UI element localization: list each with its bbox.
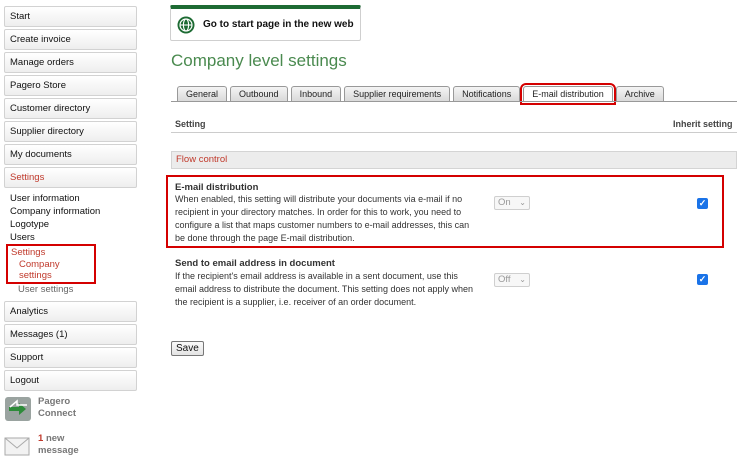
sidebar: Start Create invoice Manage orders Pager…	[4, 6, 137, 393]
pagero-connect-label: Pagero Connect	[38, 396, 76, 419]
globe-icon	[177, 16, 195, 33]
nav-analytics[interactable]: Analytics	[4, 301, 137, 322]
nav-settings[interactable]: Settings	[4, 167, 137, 188]
subnav-logotype[interactable]: Logotype	[10, 218, 137, 231]
nav-customer-directory[interactable]: Customer directory	[4, 98, 137, 119]
tab-general[interactable]: General	[177, 86, 228, 102]
subnav-user-information[interactable]: User information	[10, 192, 137, 205]
nav-start[interactable]: Start	[4, 6, 137, 27]
tab-notifications[interactable]: Notifications	[453, 86, 521, 102]
setting-title: E-mail distribution	[175, 182, 259, 193]
inherit-checkbox-send-to-email[interactable]: ✓	[697, 274, 708, 285]
nav-my-documents[interactable]: My documents	[4, 144, 137, 165]
column-header-setting: Setting	[175, 119, 206, 129]
section-flow-control: Flow control	[171, 151, 737, 169]
envelope-icon	[4, 437, 30, 456]
setting-description: When enabled, this setting will distribu…	[175, 194, 470, 243]
pagero-connect-link[interactable]: Pagero Connect	[4, 396, 137, 424]
new-message-link[interactable]: 1 new message	[4, 433, 137, 463]
setting-title: Send to email address in document	[175, 258, 335, 269]
settings-subnav: User information Company information Log…	[4, 190, 137, 301]
tab-archive[interactable]: Archive	[615, 86, 664, 102]
nav-support[interactable]: Support	[4, 347, 137, 368]
send-to-email-select[interactable]: Off ⌄	[494, 273, 530, 287]
setting-row-send-to-email: Send to email address in document If the…	[171, 258, 737, 310]
tab-outbound[interactable]: Outbound	[230, 86, 288, 102]
nav-supplier-directory[interactable]: Supplier directory	[4, 121, 137, 142]
settings-tabs: General Outbound Inbound Supplier requir…	[177, 83, 667, 105]
start-page-new-web-button[interactable]: Go to start page in the new web	[170, 5, 361, 41]
save-button[interactable]: Save	[171, 341, 204, 356]
subnav-users[interactable]: Users	[10, 231, 137, 244]
tab-supplier-requirements[interactable]: Supplier requirements	[344, 86, 451, 102]
subnav-settings-group: Settings Company settings	[6, 244, 96, 284]
subnav-settings[interactable]: Settings	[11, 246, 94, 259]
column-header-inherit: Inherit setting	[673, 119, 733, 129]
setting-row-email-distribution: E-mail distribution When enabled, this s…	[166, 175, 724, 248]
nav-messages[interactable]: Messages (1)	[4, 324, 137, 345]
tab-divider	[171, 101, 737, 102]
nav-create-invoice[interactable]: Create invoice	[4, 29, 137, 50]
subnav-company-information[interactable]: Company information	[10, 205, 137, 218]
nav-manage-orders[interactable]: Manage orders	[4, 52, 137, 73]
tab-inbound[interactable]: Inbound	[290, 86, 342, 102]
inherit-checkbox-email-distribution[interactable]: ✓	[697, 198, 708, 209]
email-distribution-select[interactable]: On ⌄	[494, 196, 530, 210]
chevron-down-icon: ⌄	[519, 198, 526, 207]
new-message-label: 1 new message	[38, 433, 79, 456]
tab-email-distribution[interactable]: E-mail distribution	[520, 83, 616, 105]
chevron-down-icon: ⌄	[519, 275, 526, 284]
pagero-connect-icon	[5, 397, 31, 421]
setting-description: If the recipient's email address is avai…	[175, 271, 474, 307]
nav-pagero-store[interactable]: Pagero Store	[4, 75, 137, 96]
nav-logout[interactable]: Logout	[4, 370, 137, 391]
subnav-company-settings[interactable]: Company settings	[11, 259, 94, 281]
page-title: Company level settings	[171, 51, 347, 70]
subnav-user-settings[interactable]: User settings	[10, 284, 137, 295]
start-page-label: Go to start page in the new web	[203, 19, 354, 30]
header-divider	[171, 132, 737, 133]
